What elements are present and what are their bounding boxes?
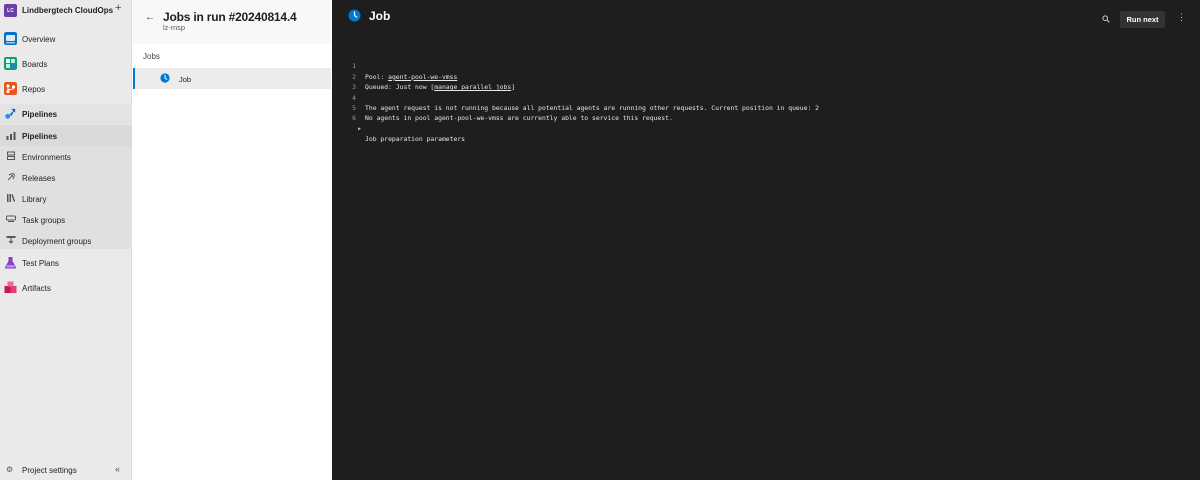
deployment-groups-icon (6, 236, 16, 244)
repos-icon (4, 82, 17, 95)
log-line: 4 The agent request is not running becau… (332, 82, 1200, 112)
nav-item-test-plans[interactable]: Test Plans (0, 255, 132, 271)
line-number: 6 (352, 114, 356, 123)
project-settings[interactable]: ⚙ Project settings « (0, 462, 132, 478)
run-subtitle: lz-msp (163, 23, 186, 32)
nav-item-overview[interactable]: Overview (0, 31, 132, 47)
nav-item-task-groups[interactable]: Task groups (0, 209, 132, 230)
releases-icon (7, 173, 15, 181)
boards-icon (4, 57, 17, 70)
nav-label-releases: Releases (22, 174, 56, 183)
nav-label-task-groups: Task groups (22, 216, 66, 225)
task-groups-icon (6, 215, 16, 222)
jobs-panel: ← Jobs in run #20240814.4 lz-msp Jobs Jo… (133, 0, 331, 480)
jobs-section-label: Jobs (143, 52, 160, 61)
add-icon[interactable]: + (115, 3, 121, 14)
search-icon[interactable] (1102, 15, 1110, 23)
nav-label-library: Library (22, 195, 47, 204)
collapse-nav-icon[interactable]: « (115, 464, 120, 474)
nav-label-overview: Overview (22, 35, 56, 44)
run-title: Jobs in run #20240814.4 (163, 10, 297, 24)
library-icon (7, 194, 16, 202)
nav-item-library[interactable]: Library (0, 188, 132, 209)
clock-icon (160, 73, 170, 83)
back-arrow-icon[interactable]: ← (145, 12, 155, 23)
org-name[interactable]: Lindbergtech CloudOps (22, 6, 113, 15)
artifacts-icon (4, 281, 17, 293)
nav-label-boards: Boards (22, 60, 48, 69)
job-name: Job (179, 75, 192, 84)
nav-label-deployment-groups: Deployment groups (22, 237, 92, 246)
nav-item-pipelines[interactable]: Pipelines (0, 125, 132, 146)
overview-icon (4, 32, 17, 45)
job-row[interactable]: Job (133, 68, 331, 89)
expand-triangle-icon[interactable]: ▶ (358, 124, 361, 134)
nav-item-deployment-groups[interactable]: Deployment groups (0, 230, 132, 251)
nav-item-boards[interactable]: Boards (0, 56, 132, 72)
nav-item-pipelines-group[interactable]: Pipelines (0, 104, 132, 124)
test-plans-icon (4, 257, 17, 269)
log-line-expandable[interactable]: 6 ▶ Job preparation parameters (332, 103, 1200, 143)
nav-label-repos: Repos (22, 85, 46, 94)
environments-icon (7, 151, 15, 160)
run-next-button[interactable]: Run next (1120, 11, 1165, 28)
more-options-icon[interactable]: ⋮ (1177, 13, 1186, 22)
nav-item-artifacts[interactable]: Artifacts (0, 280, 132, 296)
pipelines-icon (5, 108, 16, 119)
jobs-list: Jobs Job (133, 44, 331, 480)
nav-item-releases[interactable]: Releases (0, 167, 132, 188)
nav-label-artifacts: Artifacts (22, 284, 51, 293)
pipelines-sub-icon (6, 132, 16, 140)
clock-icon (348, 9, 361, 22)
gear-icon: ⚙ (6, 465, 14, 474)
log-line: 2 Queued: Just now [manage parallel jobs… (332, 61, 1200, 91)
nav-label-pipelines: Pipelines (22, 132, 58, 141)
org-avatar[interactable]: LC (4, 4, 17, 17)
jobs-header: ← Jobs in run #20240814.4 lz-msp (133, 0, 331, 44)
nav-label-environments: Environments (22, 153, 71, 162)
log-panel: Job Run next ⋮ 1 Pool: agent-pool-we-vms… (332, 0, 1200, 480)
log-text: Job preparation parameters (365, 135, 466, 144)
project-settings-label: Project settings (22, 466, 77, 475)
left-nav: LC Lindbergtech CloudOps + Overview Boar… (0, 0, 132, 480)
nav-label-pipelines-group: Pipelines (22, 110, 58, 119)
log-title: Job (369, 9, 391, 23)
log-lines: 1 Pool: agent-pool-we-vmss 2 Queued: Jus… (332, 51, 1200, 143)
nav-item-environments[interactable]: Environments (0, 146, 132, 167)
log-line: 1 Pool: agent-pool-we-vmss (332, 51, 1200, 80)
nav-item-repos[interactable]: Repos (0, 81, 132, 97)
log-line: 5 No agents in pool agent-pool-we-vmss a… (332, 93, 1200, 122)
log-text: No agents in pool agent-pool-we-vmss are… (365, 114, 673, 123)
nav-label-test-plans: Test Plans (22, 259, 59, 268)
org-header[interactable]: LC Lindbergtech CloudOps + (0, 0, 132, 22)
log-line: 3 (332, 72, 1200, 91)
